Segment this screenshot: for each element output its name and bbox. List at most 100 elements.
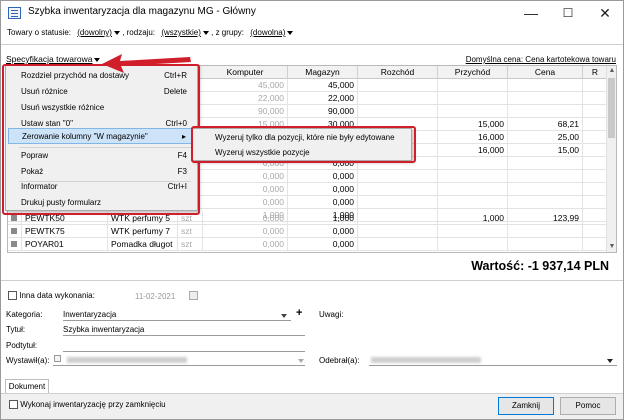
cell-cena [508,157,583,170]
cell-rozchod [358,225,438,238]
cell-przychod: 15,000 [438,118,508,131]
cell-code: POYAR01 [22,238,108,251]
chevron-down-icon [607,359,613,363]
minimize-button[interactable]: — [513,1,549,25]
other-date-checkbox[interactable] [8,291,17,301]
spec-menu-link[interactable]: Specyfikacja towarowa [6,54,101,64]
other-date-toggle[interactable]: Inna data wykonania: [8,291,95,301]
category-select[interactable]: Inwentaryzacja [63,309,291,321]
cell-unit: szt [178,225,203,238]
cell-rozchod [358,183,438,196]
table-row[interactable]: PEWTK75 WTK perfumy 7 szt 0,000 0,000 [8,225,608,238]
user-icon [54,355,61,362]
cell-magazyn: 0,000 [288,170,358,183]
scroll-up-icon[interactable]: ▲ [607,66,616,76]
maximize-button[interactable]: ☐ [550,1,586,25]
cell-magazyn: 0,000 [288,238,358,251]
execute-on-close-toggle[interactable]: Wykonaj inwentaryzację przy zamknięciu [9,400,166,410]
cell-cena [508,225,583,238]
cell-cena [508,183,583,196]
received-by-label: Odebrał(a): [319,356,360,365]
execute-on-close-label: Wykonaj inwentaryzację przy zamknięciu [20,400,166,409]
chevron-down-icon [113,30,120,35]
cell-przychod [438,79,508,92]
cell-cena [508,105,583,118]
status-filter-dropdown[interactable]: (dowolny) [77,28,112,37]
col-header-r[interactable]: R [583,66,608,79]
close-window-button[interactable]: ✕ [587,1,623,25]
cell-komputer: 45,000 [203,79,288,92]
cell-przychod [438,225,508,238]
help-button[interactable]: Pomoc [560,397,616,415]
execute-on-close-checkbox[interactable] [9,400,18,410]
title-input[interactable]: Szybka inwentaryzacja [63,324,305,336]
cell-magazyn: 0,000 [288,183,358,196]
cell-komputer: 0,000 [203,183,288,196]
cell-przychod [438,105,508,118]
scrollbar-thumb[interactable] [608,78,615,138]
cell-name: WTK perfumy 7 [108,225,178,238]
filter-bar: Towary o statusie: (dowolny) , rodzaju: … [7,28,617,40]
title-label: Tytuł: [6,325,26,334]
cell-cena [508,79,583,92]
default-price-link[interactable]: Domyślna cena: Cena kartotekowa towaru [466,55,616,64]
group-filter-dropdown[interactable]: (dowolna) [250,28,285,37]
cell-magazyn: 0,000 [288,225,358,238]
close-button[interactable]: Zamknij [498,397,554,415]
cell-unit: szt [178,238,203,251]
col-header-przychod[interactable]: Przychód [438,66,508,79]
window-title: Szybka inwentaryzacja dla magazynu MG - … [28,6,256,17]
cell-komputer: 0,000 [203,170,288,183]
kind-filter-dropdown[interactable]: (wszystkie) [161,28,201,37]
cell-przychod [438,238,508,251]
row-marker [8,225,22,238]
cell-cena: 68,21 [508,118,583,131]
cell-rozchod [358,170,438,183]
calendar-icon[interactable] [189,291,198,300]
total-value: Wartość: -1 937,14 PLN [471,259,609,273]
scroll-down-icon[interactable]: ▼ [607,242,616,252]
submenu-highlight-frame [191,126,416,163]
divider [1,44,623,45]
cell-magazyn: 1,000 [288,212,358,225]
issued-by-select[interactable] [53,354,305,366]
spec-menu-label: Specyfikacja towarowa [6,54,93,64]
grid-vertical-scrollbar[interactable]: ▲ ▼ [606,66,616,252]
remarks-label: Uwagi: [319,310,344,319]
col-header-komputer[interactable]: Komputer [203,66,288,79]
cell-name: Pomadka długot [108,238,178,251]
received-by-select[interactable] [369,354,617,366]
add-category-button[interactable]: + [296,307,302,319]
chevron-down-icon [281,314,287,318]
app-icon [8,7,21,19]
col-header-magazyn[interactable]: Magazyn [288,66,358,79]
cell-przychod [438,196,508,209]
cell-komputer: 0,000 [203,225,288,238]
tab-document[interactable]: Dokument [5,379,49,394]
remarks-textarea[interactable] [319,319,615,341]
subtitle-input[interactable] [63,340,305,352]
cell-przychod [438,157,508,170]
date-field[interactable]: 11-02-2021 [135,291,185,303]
other-date-label: Inna data wykonania: [19,291,95,300]
status-filter-label: Towary o statusie: [7,28,72,37]
cell-przychod: 16,000 [438,131,508,144]
chevron-down-icon [287,30,294,35]
chevron-down-icon [94,57,101,62]
chevron-down-icon [202,30,209,35]
row-marker [8,238,22,251]
cell-przychod [438,92,508,105]
cell-przychod: 1,000 [438,212,508,225]
cell-magazyn: 90,000 [288,105,358,118]
row-status-icon [11,241,17,247]
cell-rozchod [358,105,438,118]
col-header-cena[interactable]: Cena [508,66,583,79]
col-header-rozchod[interactable]: Rozchód [358,66,438,79]
category-label: Kategoria: [6,310,43,319]
cell-cena: 15,00 [508,144,583,157]
cell-cena [508,238,583,251]
row-status-icon [11,228,17,234]
cell-code: PEWTK75 [22,225,108,238]
cell-przychod: 16,000 [438,144,508,157]
table-row[interactable]: POYAR01 Pomadka długot szt 0,000 0,000 [8,238,608,251]
